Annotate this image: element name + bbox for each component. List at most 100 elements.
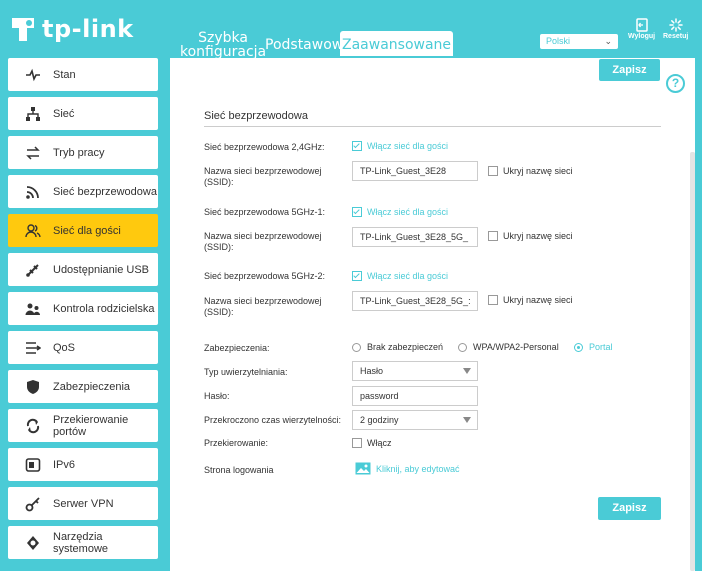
sidebar-item-status[interactable]: Stan xyxy=(8,58,158,91)
band-5ghz2-ssid-input[interactable]: TP-Link_Guest_3E28_5G_: xyxy=(352,291,478,311)
language-select[interactable]: Polski ⌄ xyxy=(540,34,618,49)
sidebar-item-system-tools[interactable]: Narzędzia systemowe xyxy=(8,526,158,559)
login-page-label: Strona logowania xyxy=(204,465,274,475)
security-wpa-radio[interactable]: WPA/WPA2-Personal xyxy=(458,342,559,352)
tp-link-logo: tp-link xyxy=(8,14,134,44)
band-24ghz-ssid-input[interactable]: TP-Link_Guest_3E28 xyxy=(352,161,478,181)
sidebar-item-operation-mode[interactable]: Tryb pracy xyxy=(8,136,158,169)
dropdown-arrow-icon xyxy=(463,368,471,374)
band-24ghz-hide-ssid-checkbox[interactable]: Ukryj nazwę sieci xyxy=(488,166,573,176)
redirect-label: Przekierowanie: xyxy=(204,438,269,448)
ssid-label-line1: Nazwa sieci bezprzewodowej xyxy=(204,231,322,241)
radio-icon xyxy=(352,342,361,352)
band-5ghz1-hide-ssid-label: Ukryj nazwę sieci xyxy=(503,231,573,241)
band-5ghz2-ssid-label: Nazwa sieci bezprzewodowej (SSID): xyxy=(204,296,322,318)
auth-timeout-select[interactable]: 2 godziny xyxy=(352,410,478,430)
sidebar-item-label: Sieć dla gości xyxy=(53,224,121,237)
ssid-label-line2: (SSID): xyxy=(204,307,234,317)
ssid-label-line1: Nazwa sieci bezprzewodowej xyxy=(204,296,322,306)
network-icon xyxy=(25,106,41,122)
login-page-link-text: Kliknij, aby edytować xyxy=(376,463,460,474)
logo-text: tp-link xyxy=(42,15,134,43)
scrollbar-thumb[interactable] xyxy=(690,152,695,571)
auth-type-label: Typ uwierzytelniania: xyxy=(204,367,288,377)
save-button-top[interactable]: Zapisz xyxy=(599,59,660,81)
sidebar-item-label: Zabezpieczenia xyxy=(53,380,131,393)
help-icon[interactable]: ? xyxy=(666,74,685,93)
band-5ghz1-enable-checkbox[interactable]: Włącz sieć dla gości xyxy=(352,207,448,217)
reset-button[interactable]: Resetuj xyxy=(663,18,688,40)
band-24ghz-enable-label: Włącz sieć dla gości xyxy=(367,141,449,151)
password-label: Hasło: xyxy=(204,391,230,401)
tab-basic[interactable]: Podstawowe xyxy=(265,38,352,52)
sidebar-item-label: Sieć bezprzewodowa xyxy=(53,185,157,198)
language-value: Polski xyxy=(546,36,571,46)
sidebar-item-security[interactable]: Zabezpieczenia xyxy=(8,370,158,403)
logout-button[interactable]: Wyloguj xyxy=(628,18,655,40)
redirect-enable-label: Włącz xyxy=(367,438,392,448)
band-5ghz2-enable-label: Włącz sieć dla gości xyxy=(367,271,449,281)
parental-icon xyxy=(25,301,41,317)
sidebar-item-label: QoS xyxy=(53,341,76,354)
save-button-bottom[interactable]: Zapisz xyxy=(598,497,661,520)
radio-selected-icon xyxy=(574,342,583,352)
ipv6-icon xyxy=(25,457,41,473)
security-label: Zabezpieczenia: xyxy=(204,343,270,353)
band-5ghz1-label: Sieć bezprzewodowa 5GHz-1: xyxy=(204,207,326,217)
band-24ghz-ssid-label: Nazwa sieci bezprzewodowej (SSID): xyxy=(204,166,322,188)
section-divider xyxy=(204,126,661,127)
ssid-label-line2: (SSID): xyxy=(204,242,234,252)
redirect-enable-checkbox[interactable]: Włącz xyxy=(352,438,392,448)
band-5ghz2-enable-checkbox[interactable]: Włącz sieć dla gości xyxy=(352,271,448,281)
sidebar-item-vpn-server[interactable]: Serwer VPN xyxy=(8,487,158,520)
password-input[interactable]: password xyxy=(352,386,478,406)
vpn-key-icon xyxy=(25,496,41,512)
sidebar-item-parental-controls[interactable]: Kontrola rodzicielska xyxy=(8,292,158,325)
reset-icon xyxy=(668,18,683,32)
radio-icon xyxy=(458,342,467,352)
auth-type-value: Hasło xyxy=(360,366,384,376)
band-5ghz1-ssid-input[interactable]: TP-Link_Guest_3E28_5G_ xyxy=(352,227,478,247)
security-portal-radio[interactable]: Portal xyxy=(574,342,613,352)
security-none-label: Brak zabezpieczeń xyxy=(367,342,444,352)
band-5ghz2-hide-ssid-label: Ukryj nazwę sieci xyxy=(503,295,573,305)
band-24ghz-hide-ssid-label: Ukryj nazwę sieci xyxy=(503,166,573,176)
chevron-down-icon: ⌄ xyxy=(604,36,612,46)
wifi-icon xyxy=(25,184,41,200)
logout-icon xyxy=(635,18,648,32)
sidebar-item-wireless[interactable]: Sieć bezprzewodowa xyxy=(8,175,158,208)
ssid-label-line2: (SSID): xyxy=(204,177,234,187)
tools-gear-icon xyxy=(25,535,41,551)
login-page-edit-link[interactable]: Kliknij, aby edytować xyxy=(355,462,460,475)
band-5ghz1-enable-label: Włącz sieć dla gości xyxy=(367,207,449,217)
checkbox-checked-icon xyxy=(352,141,362,151)
checkbox-icon xyxy=(488,231,498,241)
sidebar-item-port-forwarding[interactable]: Przekierowanie portów xyxy=(8,409,158,442)
sidebar-item-ipv6[interactable]: IPv6 xyxy=(8,448,158,481)
tab-advanced[interactable]: Zaawansowane xyxy=(340,31,454,56)
security-none-radio[interactable]: Brak zabezpieczeń xyxy=(352,342,443,352)
band-5ghz2-label: Sieć bezprzewodowa 5GHz-2: xyxy=(204,271,326,281)
band-24ghz-enable-checkbox[interactable]: Włącz sieć dla gości xyxy=(352,141,448,151)
usb-icon xyxy=(25,262,41,278)
sidebar-item-usb-sharing[interactable]: Udostępnianie USB xyxy=(8,253,158,286)
band-5ghz1-ssid-label: Nazwa sieci bezprzewodowej (SSID): xyxy=(204,231,322,253)
auth-timeout-value: 2 godziny xyxy=(360,415,399,425)
logo-mark-icon xyxy=(12,18,34,41)
sidebar-item-label-group: Przekierowanie portów xyxy=(53,414,128,438)
sidebar-item-network[interactable]: Sieć xyxy=(8,97,158,130)
checkbox-checked-icon xyxy=(352,207,362,217)
tab-quick-setup[interactable]: Szybka konfiguracja xyxy=(180,31,266,59)
sidebar-item-label: IPv6 xyxy=(53,458,76,471)
band-5ghz2-hide-ssid-checkbox[interactable]: Ukryj nazwę sieci xyxy=(488,295,573,305)
sidebar-item-label: Przekierowanie xyxy=(53,413,129,426)
sidebar-item-label: Kontrola rodzicielska xyxy=(53,302,155,315)
tab-quick-setup-line2: konfiguracja xyxy=(180,44,267,60)
section-title: Sieć bezprzewodowa xyxy=(204,110,308,122)
sidebar-item-guest-network[interactable]: Sieć dla gości xyxy=(8,214,158,247)
checkbox-icon xyxy=(488,166,498,176)
sidebar-item-qos[interactable]: QoS xyxy=(8,331,158,364)
band-5ghz1-hide-ssid-checkbox[interactable]: Ukryj nazwę sieci xyxy=(488,231,573,241)
checkbox-icon xyxy=(488,295,498,305)
auth-type-select[interactable]: Hasło xyxy=(352,361,478,381)
